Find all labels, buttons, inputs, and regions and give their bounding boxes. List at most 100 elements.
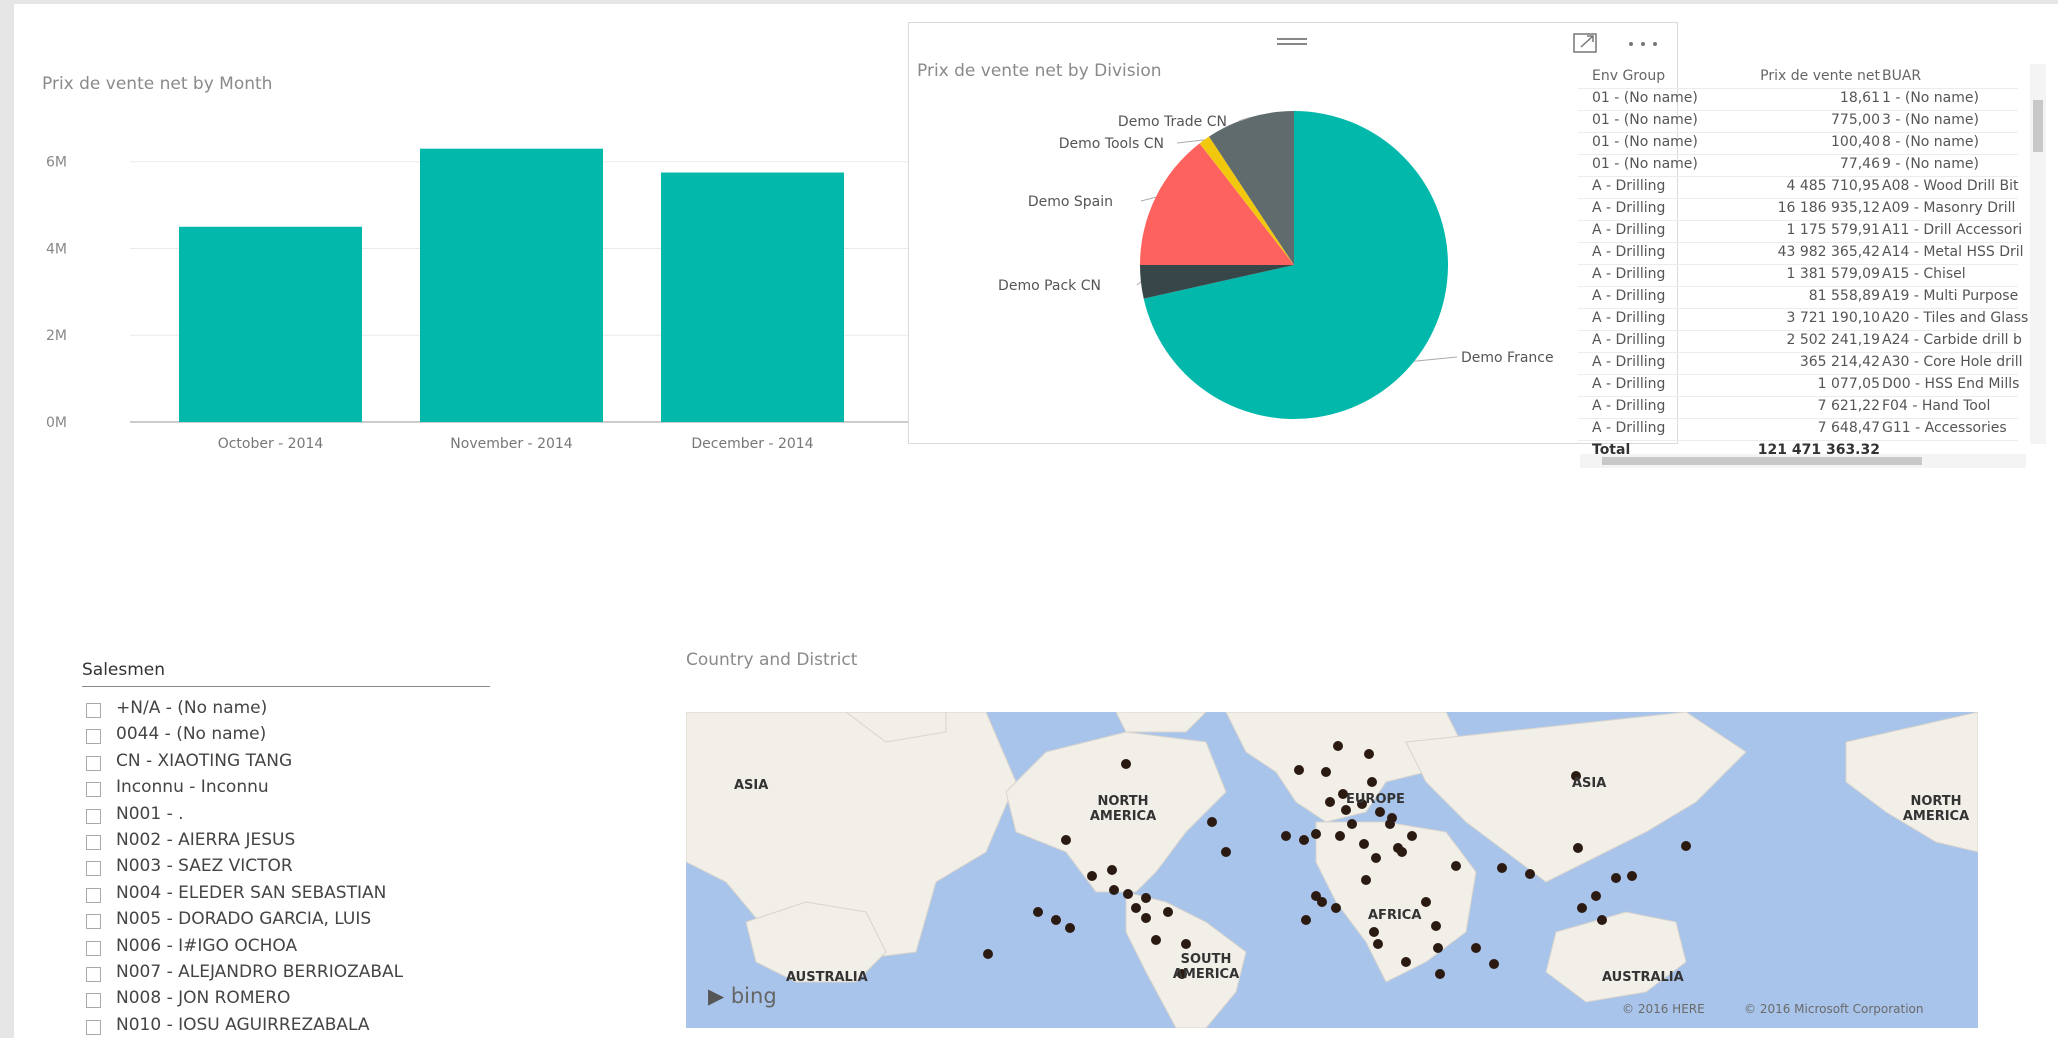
map-marker[interactable] <box>1371 853 1381 863</box>
map-marker[interactable] <box>1525 869 1535 879</box>
map-marker[interactable] <box>1033 907 1043 917</box>
checkbox[interactable] <box>86 861 101 877</box>
checkbox[interactable] <box>86 703 101 718</box>
map-marker[interactable] <box>1471 943 1481 953</box>
table-vertical-scroll-thumb[interactable] <box>2033 100 2043 152</box>
table-row[interactable]: A - Drilling 4 485 710,95 A08 - Wood Drill… <box>1578 176 2018 199</box>
table-header-prix[interactable]: Prix de vente net <box>1718 68 1880 84</box>
map-marker[interactable] <box>1367 777 1377 787</box>
table-row[interactable]: A - Drilling 365 214,42 A30 - Core Hole dr… <box>1578 352 2023 375</box>
map-marker[interactable] <box>1421 897 1431 907</box>
table-row[interactable]: A - Drilling 1 077,05 D00 - HSS End Mills <box>1578 374 2019 397</box>
map-marker[interactable] <box>1393 843 1403 853</box>
map-marker[interactable] <box>1435 969 1445 979</box>
map-marker[interactable] <box>1361 875 1371 885</box>
map-marker[interactable] <box>1065 923 1075 933</box>
table-row[interactable]: 01 - (No name) 77,46 9 - (No name) <box>1578 154 2018 177</box>
map-marker[interactable] <box>1325 797 1335 807</box>
table-row[interactable]: 01 - (No name) 18,61 1 - (No name) <box>1578 88 2018 111</box>
map-marker[interactable] <box>1321 767 1331 777</box>
map-marker[interactable] <box>1281 831 1291 841</box>
map-marker[interactable] <box>1331 903 1341 913</box>
table-row[interactable]: A - Drilling 1 175 579,91 A11 - Drill Acce… <box>1578 220 2022 243</box>
checkbox[interactable] <box>86 808 101 824</box>
map-marker[interactable] <box>1131 903 1141 913</box>
table-row[interactable]: A - Drilling 2 502 241,19 A24 - Carbide dr… <box>1578 330 2022 353</box>
checkbox[interactable] <box>86 940 101 956</box>
table-row[interactable]: 01 - (No name) 100,40 8 - (No name) <box>1578 132 2018 155</box>
table-row[interactable]: A - Drilling 7 648,47 G11 - Accessories <box>1578 418 2018 441</box>
bar[interactable] <box>179 226 362 422</box>
map-marker[interactable] <box>1311 829 1321 839</box>
table-row[interactable]: 01 - (No name) 775,00 3 - (No name) <box>1578 110 2018 133</box>
table-row[interactable]: A - Drilling 7 621,22 F04 - Hand Tool <box>1578 396 2018 419</box>
map-marker[interactable] <box>1087 871 1097 881</box>
map-copyright-here[interactable]: © 2016 HERE <box>1622 1002 1705 1016</box>
map-marker[interactable] <box>1364 749 1374 759</box>
map-marker[interactable] <box>1591 891 1601 901</box>
bar[interactable] <box>420 148 603 422</box>
table-row[interactable]: A - Drilling 81 558,89 A19 - Multi Purpose <box>1578 286 2018 309</box>
checkbox[interactable] <box>86 1019 101 1035</box>
map-marker[interactable] <box>1573 843 1583 853</box>
table-row[interactable]: A - Drilling 1 381 579,09 A15 - Chisel <box>1578 264 2018 287</box>
map-marker[interactable] <box>1373 939 1383 949</box>
map-marker[interactable] <box>1489 959 1499 969</box>
map-marker[interactable] <box>1611 873 1621 883</box>
bar[interactable] <box>661 172 844 422</box>
map-marker[interactable] <box>1061 835 1071 845</box>
map-marker[interactable] <box>1627 871 1637 881</box>
checkbox[interactable] <box>86 887 101 903</box>
map-marker[interactable] <box>1301 915 1311 925</box>
map-marker[interactable] <box>1375 807 1385 817</box>
map-marker[interactable] <box>1577 903 1587 913</box>
table-row[interactable]: A - Drilling 16 186 935,12 A09 - Masonry D… <box>1578 198 2018 221</box>
map-marker[interactable] <box>1299 835 1309 845</box>
map-marker[interactable] <box>1181 939 1191 949</box>
map-marker[interactable] <box>1431 921 1441 931</box>
map-marker[interactable] <box>983 949 993 959</box>
map-marker[interactable] <box>1121 759 1131 769</box>
map-marker[interactable] <box>1347 819 1357 829</box>
map-marker[interactable] <box>1359 839 1369 849</box>
checkbox[interactable] <box>86 993 101 1009</box>
bar-chart-visual[interactable]: Prix de vente net by Month 0M 2M 4M 6M Octob… <box>40 70 960 470</box>
map-marker[interactable] <box>1433 943 1443 953</box>
map-marker[interactable] <box>1141 913 1151 923</box>
map-marker[interactable] <box>1597 915 1607 925</box>
checkbox[interactable] <box>86 914 101 930</box>
map-marker[interactable] <box>1333 741 1343 751</box>
table-header-env-group[interactable]: Env Group <box>1592 68 1712 84</box>
checkbox[interactable] <box>86 782 101 798</box>
map-marker[interactable] <box>1497 863 1507 873</box>
map-marker[interactable] <box>1107 865 1117 875</box>
table-row[interactable]: A - Drilling 3 721 190,10 A20 - Tiles and … <box>1578 308 2028 331</box>
map-marker[interactable] <box>1123 889 1133 899</box>
table-horizontal-scrollbar[interactable] <box>1580 454 2026 468</box>
checkbox[interactable] <box>86 755 101 771</box>
map-marker[interactable] <box>1317 897 1327 907</box>
map-marker[interactable] <box>1141 893 1151 903</box>
map-marker[interactable] <box>1294 765 1304 775</box>
checkbox[interactable] <box>86 835 101 850</box>
table-vertical-scrollbar[interactable] <box>2030 64 2046 444</box>
map-marker[interactable] <box>1451 861 1461 871</box>
checkbox[interactable] <box>86 729 101 745</box>
map-marker[interactable] <box>1163 907 1173 917</box>
map-marker[interactable] <box>1051 915 1061 925</box>
table-horizontal-scroll-thumb[interactable] <box>1602 457 1922 465</box>
table-visual[interactable]: Env Group Prix de vente net BUAR 01 - (N… <box>1578 64 2046 470</box>
map-marker[interactable] <box>1401 957 1411 967</box>
table-header-buar[interactable]: BUAR <box>1882 68 2028 84</box>
map-marker[interactable] <box>1151 935 1161 945</box>
map-marker[interactable] <box>1407 831 1417 841</box>
world-map-svg[interactable] <box>686 712 1978 1028</box>
table-row[interactable]: A - Drilling 43 982 365,42 A14 - Metal HSS… <box>1578 242 2024 265</box>
checkbox[interactable] <box>86 967 101 982</box>
map-visual[interactable]: ASIA NORTH AMERICA EUROPE ASIA NORTH AME… <box>686 712 1978 1028</box>
map-marker[interactable] <box>1207 817 1217 827</box>
map-marker[interactable] <box>1369 927 1379 937</box>
map-marker[interactable] <box>1681 841 1691 851</box>
map-marker[interactable] <box>1221 847 1231 857</box>
map-marker[interactable] <box>1109 885 1119 895</box>
